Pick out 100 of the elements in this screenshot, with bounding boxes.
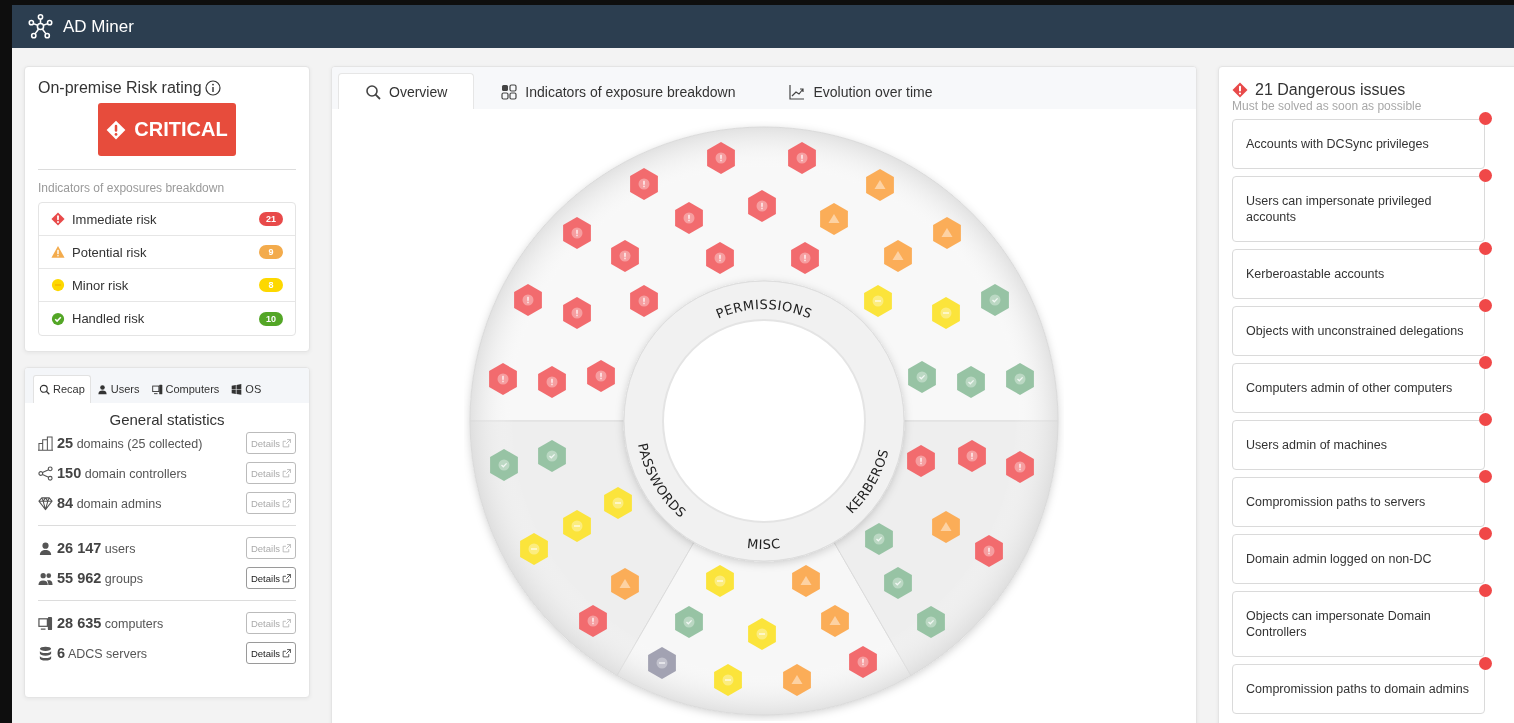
hexagon-marker[interactable]	[630, 168, 658, 200]
hexagon-marker[interactable]	[675, 202, 703, 234]
external-link-icon	[282, 573, 291, 583]
hexagon-marker[interactable]	[714, 664, 742, 696]
stat-text: 150 domain controllers	[57, 465, 188, 481]
issue-card[interactable]: Objects with unconstrained delegations	[1232, 306, 1485, 356]
hexagon-marker[interactable]	[520, 533, 548, 565]
risk-label: Handled risk	[72, 311, 146, 326]
issue-card[interactable]: Domain admin logged on non-DC	[1232, 534, 1485, 584]
hexagon-marker[interactable]	[563, 510, 591, 542]
hexagon-marker[interactable]	[648, 647, 676, 679]
issue-card[interactable]: Accounts with DCSync privileges	[1232, 119, 1485, 169]
hexagon-marker[interactable]	[706, 242, 734, 274]
hexagon-marker[interactable]	[783, 664, 811, 696]
hexagon-marker[interactable]	[975, 535, 1003, 567]
hexagon-marker[interactable]	[563, 217, 591, 249]
hexagon-marker[interactable]	[792, 565, 820, 597]
status-dot	[1479, 657, 1492, 670]
issue-card[interactable]: Objects can impersonate Domain Controllers	[1232, 591, 1485, 657]
computer-icon	[38, 615, 53, 631]
hexagon-marker[interactable]	[907, 445, 935, 477]
external-link-icon	[282, 618, 291, 628]
count-badge: 21	[259, 212, 283, 226]
issue-card[interactable]: Computers admin of other computers	[1232, 363, 1485, 413]
hexagon-marker[interactable]	[579, 605, 607, 637]
hexagon-marker[interactable]	[538, 440, 566, 472]
hexagon-marker[interactable]	[1006, 363, 1034, 395]
users-icon	[38, 570, 53, 586]
info-icon	[204, 80, 221, 96]
external-link-icon	[282, 648, 291, 658]
section-label[interactable]: MISC	[746, 536, 782, 553]
external-link-icon	[282, 468, 291, 478]
hexagon-marker[interactable]	[864, 285, 892, 317]
hexagon-marker[interactable]	[981, 284, 1009, 316]
hexagon-marker[interactable]	[587, 360, 615, 392]
status-dot	[1479, 242, 1492, 255]
status-dot	[1479, 299, 1492, 312]
hexagon-marker[interactable]	[611, 240, 639, 272]
tab[interactable]: Computers	[145, 375, 226, 403]
hexagon-marker[interactable]	[611, 568, 639, 600]
hexagon-marker[interactable]	[908, 361, 936, 393]
hexagon-marker[interactable]	[748, 618, 776, 650]
hexagon-marker[interactable]	[821, 605, 849, 637]
hexagon-marker[interactable]	[917, 606, 945, 638]
hexagon-marker[interactable]	[514, 284, 542, 316]
status-dot	[1479, 527, 1492, 540]
issue-card[interactable]: Users can impersonate privileged accounts	[1232, 176, 1485, 242]
tab[interactable]: Overview	[338, 73, 475, 109]
hexagon-marker[interactable]	[788, 142, 816, 174]
risk-label: Minor risk	[72, 277, 130, 293]
stats-title: General statistics	[108, 411, 226, 428]
hexagon-marker[interactable]	[563, 297, 591, 329]
hexagon-marker[interactable]	[865, 523, 893, 555]
issues-subtitle: Must be solved as soon as possible	[1232, 99, 1423, 113]
hexagon-marker[interactable]	[490, 449, 518, 481]
status-dot	[1479, 356, 1492, 369]
issue-card[interactable]: Users admin of machines	[1232, 420, 1485, 470]
hexagon-marker[interactable]	[932, 511, 960, 543]
tab[interactable]: OS	[225, 375, 268, 403]
database-icon	[38, 645, 53, 661]
hexagon-marker[interactable]	[933, 217, 961, 249]
hexagon-marker[interactable]	[866, 169, 894, 201]
tab[interactable]: Users	[90, 375, 146, 403]
hexagon-marker[interactable]	[932, 297, 960, 329]
hexagon-marker[interactable]	[707, 142, 735, 174]
hexagon-marker[interactable]	[791, 242, 819, 274]
hexagon-marker[interactable]	[849, 646, 877, 678]
hexagon-marker[interactable]	[884, 567, 912, 599]
hexagon-marker[interactable]	[820, 203, 848, 235]
details-button[interactable]: Details	[246, 567, 296, 589]
hexagon-marker[interactable]	[1006, 451, 1034, 483]
tab[interactable]: Recap	[33, 375, 91, 403]
line-chart-icon	[789, 83, 806, 100]
hexagon-marker[interactable]	[884, 240, 912, 272]
risk-rating-badge: CRITICAL	[98, 103, 236, 156]
hexagon-marker[interactable]	[957, 366, 985, 398]
building-icon	[38, 435, 53, 451]
hexagon-marker[interactable]	[489, 363, 517, 395]
stat-text: 84 domain admins	[57, 495, 163, 511]
hexagon-marker[interactable]	[958, 440, 986, 472]
section-subtitle: Indicators of exposures breakdown	[38, 181, 226, 195]
stat-text: 26 147 users	[57, 540, 137, 556]
hexagon-marker[interactable]	[748, 190, 776, 222]
tab[interactable]: Evolution over time	[762, 73, 960, 109]
issue-card[interactable]: Compromission paths to domain admins	[1232, 664, 1485, 714]
external-link-icon	[282, 498, 291, 508]
tab[interactable]: Indicators of exposure breakdown	[474, 73, 763, 109]
hexagon-marker[interactable]	[706, 565, 734, 597]
issues-title: 21 Dangerous issues	[1255, 81, 1406, 99]
section-label[interactable]: PERMISSIONS	[713, 297, 815, 322]
hexagon-marker[interactable]	[630, 285, 658, 317]
stat-text: 28 635 computers	[57, 615, 165, 631]
status-dot	[1479, 584, 1492, 597]
check-circle-icon	[51, 311, 65, 326]
issue-card[interactable]: Compromission paths to servers	[1232, 477, 1485, 527]
details-button[interactable]: Details	[246, 642, 296, 664]
issue-card[interactable]: Kerberoastable accounts	[1232, 249, 1485, 299]
hexagon-marker[interactable]	[604, 487, 632, 519]
hexagon-marker[interactable]	[675, 606, 703, 638]
hexagon-marker[interactable]	[538, 366, 566, 398]
